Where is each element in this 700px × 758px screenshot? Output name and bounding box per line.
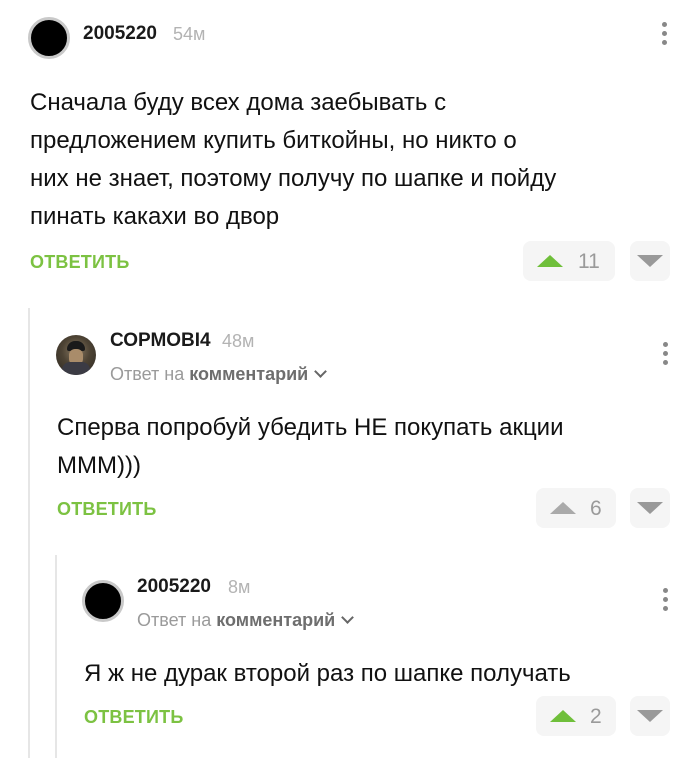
rating-count: 2 bbox=[590, 705, 602, 728]
downvote-button[interactable] bbox=[630, 696, 670, 736]
reply-to-prefix: Ответ на bbox=[137, 610, 212, 630]
more-options-icon[interactable] bbox=[661, 588, 669, 614]
reply-to-comment-link[interactable]: комментарий bbox=[216, 610, 335, 630]
comment-text: Я ж не дурак второй раз по шапке получат… bbox=[84, 655, 571, 693]
user-avatar[interactable] bbox=[82, 580, 124, 622]
comment-author[interactable]: 2005220 bbox=[137, 576, 211, 598]
chevron-down-icon[interactable] bbox=[341, 611, 355, 624]
comment-time: 8м bbox=[228, 577, 251, 597]
comment: 2005220 8м Ответ на комментарий Я ж не д… bbox=[0, 0, 700, 758]
reply-button[interactable]: ОТВЕТИТЬ bbox=[84, 707, 183, 728]
reply-to-link[interactable]: Ответ на комментарий bbox=[137, 610, 355, 631]
upvote-button[interactable]: 2 bbox=[536, 696, 616, 736]
upvote-arrow-icon bbox=[550, 710, 576, 722]
comment-text-line: Я ж не дурак второй раз по шапке получат… bbox=[84, 660, 571, 687]
downvote-arrow-icon bbox=[637, 710, 663, 722]
